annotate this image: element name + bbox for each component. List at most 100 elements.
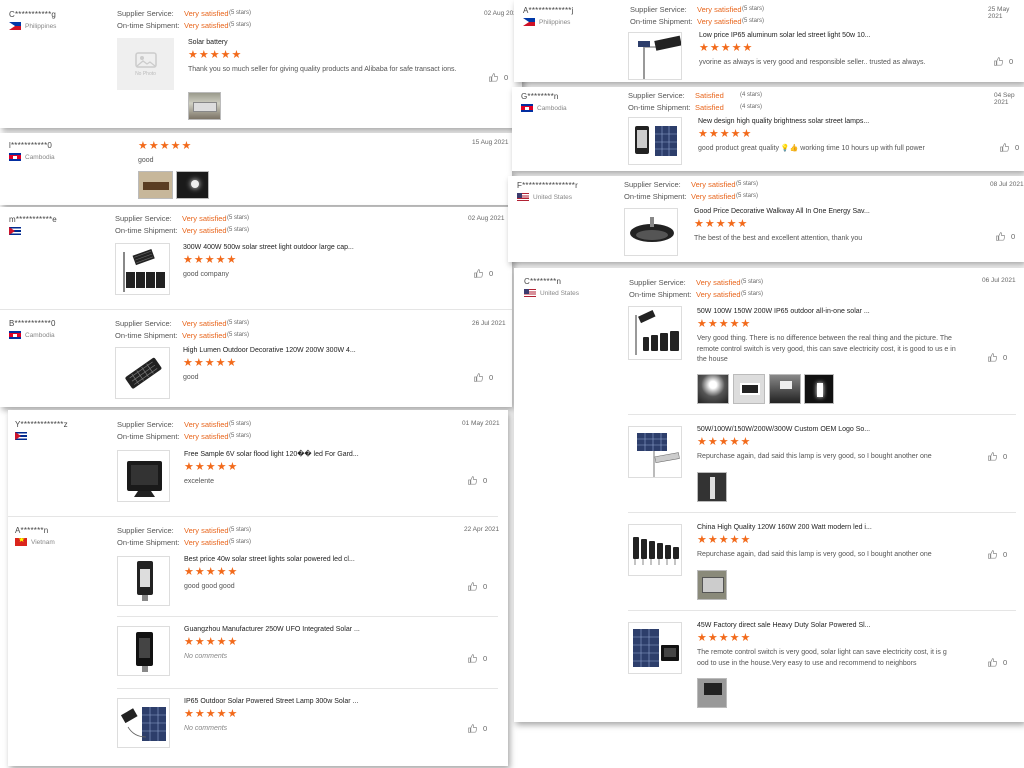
lamp-vertical-image	[137, 561, 153, 601]
service-ratings: Supplier Service: Satisfied (4 stars) On-t…	[628, 91, 763, 112]
product-name[interactable]: IP65 Outdoor Solar Powered Street Lamp 3…	[184, 698, 484, 705]
buyer-info: m***********e	[9, 215, 57, 235]
product-name[interactable]: 50W 100W 150W 200W IP65 outdoor all-in-o…	[697, 308, 959, 315]
product-thumbnail[interactable]	[628, 426, 682, 478]
star-rating: ★★★★★	[699, 42, 754, 54]
star-rating: ★★★★★	[697, 632, 752, 644]
review-date: 01 May 2021	[462, 420, 500, 427]
review-comment: Very good thing. There is no difference …	[697, 335, 956, 363]
star-rating: ★★★★★	[694, 218, 749, 230]
product-thumbnail[interactable]	[628, 32, 682, 80]
review-photo[interactable]	[733, 374, 765, 404]
like-button[interactable]: 0	[474, 373, 493, 382]
review-card: C********n United States Supplier Servic…	[514, 268, 1024, 722]
thumbs-up-icon	[988, 550, 997, 559]
review-comment: good company	[183, 271, 229, 278]
buyer-info: C***********g Philippines	[9, 10, 56, 30]
review-photo[interactable]	[697, 374, 729, 404]
product-thumbnail[interactable]	[117, 698, 170, 748]
review-photo[interactable]	[697, 678, 727, 708]
lamp-row-image	[633, 537, 679, 565]
product-thumbnail[interactable]	[628, 306, 682, 360]
review-date: 02 Aug 2021	[468, 215, 505, 222]
review-photo[interactable]	[697, 472, 727, 502]
product-name[interactable]: New design high quality brightness solar…	[698, 118, 998, 125]
product-thumbnail[interactable]	[624, 208, 678, 256]
like-button[interactable]: 0	[1000, 143, 1019, 152]
like-button[interactable]: 0	[988, 353, 1007, 362]
review-photo[interactable]	[769, 374, 801, 404]
product-name[interactable]: Free Sample 6V solar flood light 120�� l…	[184, 450, 484, 458]
like-button[interactable]: 0	[988, 550, 1007, 559]
product-name[interactable]: Solar battery	[188, 39, 478, 46]
product-name[interactable]: China High Quality 120W 160W 200 Watt mo…	[697, 524, 967, 531]
product-name[interactable]: High Lumen Outdoor Decorative 120W 200W …	[183, 347, 483, 354]
review-comment: No comments	[184, 653, 228, 660]
star-rating: ★★★★★	[183, 254, 238, 266]
star-rating: ★★★★★	[183, 357, 238, 369]
product-thumbnail[interactable]	[115, 347, 170, 399]
buyer-country: Cambodia	[25, 153, 55, 161]
thumbs-up-icon	[474, 373, 483, 382]
product-name[interactable]: 50W/100W/150W/200W/300W Custom OEM Logo …	[697, 426, 967, 433]
review-photo[interactable]	[188, 92, 221, 120]
review-photo[interactable]	[138, 171, 173, 199]
thumbs-up-icon	[988, 452, 997, 461]
buyer-info: Y*************z	[15, 420, 68, 440]
product-name[interactable]: Best price 40w solar street lights solar…	[184, 556, 484, 563]
like-button[interactable]: 0	[489, 73, 508, 82]
product-name[interactable]: 300W 400W 500w solar street light outdoo…	[183, 244, 483, 251]
panel-pole-image	[637, 433, 680, 477]
product-name[interactable]: Guangzhou Manufacturer 250W UFO Integrat…	[184, 626, 484, 633]
product-thumbnail[interactable]	[115, 243, 170, 295]
product-thumbnail[interactable]	[117, 556, 170, 606]
like-button[interactable]: 0	[996, 232, 1015, 241]
service-ratings: Supplier Service: Very satisfied (5 stars)…	[630, 5, 765, 26]
review-comment: yvorine as always is very good and respo…	[699, 59, 926, 66]
thumbs-up-icon	[489, 73, 498, 82]
like-button[interactable]: 0	[468, 582, 487, 591]
product-name[interactable]: Good Price Decorative Walkway All In One…	[694, 208, 994, 215]
review-photo[interactable]	[176, 171, 209, 199]
buyer-info: G********n Cambodia	[521, 92, 567, 112]
service-ratings: Supplier Service: Very satisfied (5 stars)…	[117, 9, 252, 30]
product-thumbnail[interactable]	[117, 626, 170, 676]
divider	[8, 516, 498, 517]
thumbs-up-icon	[988, 658, 997, 667]
like-button[interactable]: 0	[468, 654, 487, 663]
buyer-name: B***********0	[9, 319, 56, 328]
flag-icon	[9, 227, 21, 235]
lamp-vertical-dark-image	[136, 632, 153, 672]
like-button[interactable]: 0	[994, 57, 1013, 66]
like-button[interactable]: 0	[988, 658, 1007, 667]
product-thumbnail[interactable]	[628, 622, 682, 674]
lamp-family-image	[635, 309, 679, 355]
review-comment: Repurchase again, dad said this lamp is …	[697, 551, 932, 558]
like-button[interactable]: 0	[988, 452, 1007, 461]
buyer-name: G********n	[521, 92, 559, 101]
like-button[interactable]: 0	[474, 269, 493, 278]
buyer-info: l***********0 Cambodia	[9, 141, 55, 161]
product-name[interactable]: Low price IP65 aluminum solar led street…	[699, 32, 989, 39]
product-thumbnail[interactable]	[628, 117, 682, 165]
thumbs-up-icon	[468, 582, 477, 591]
review-photo[interactable]	[697, 570, 727, 600]
star-rating: ★★★★★	[184, 566, 239, 578]
review-date: 08 Jul 2021	[990, 181, 1024, 188]
like-button[interactable]: 0	[468, 476, 487, 485]
review-date: 26 Jul 2021	[472, 320, 506, 327]
service-ratings: Supplier Service: Very satisfied (5 stars)…	[629, 278, 764, 299]
divider	[628, 512, 1016, 513]
review-photo[interactable]	[804, 374, 834, 404]
product-thumbnail[interactable]	[628, 524, 682, 576]
review-card: C***********g Philippines Supplier Servi…	[0, 0, 522, 128]
no-photo-placeholder[interactable]: No Photo	[117, 38, 174, 90]
buyer-name: A*******n	[15, 526, 49, 535]
product-name[interactable]: 45W Factory direct sale Heavy Duty Solar…	[697, 622, 959, 629]
like-button[interactable]: 0	[468, 724, 487, 733]
panel-lamp-image	[120, 707, 166, 741]
review-card: G********n Cambodia Supplier Service: Sat…	[512, 87, 1024, 171]
product-thumbnail[interactable]	[117, 450, 170, 502]
buyer-name: C***********g	[9, 10, 57, 19]
review-comment: The remote control switch is very good, …	[697, 649, 947, 667]
